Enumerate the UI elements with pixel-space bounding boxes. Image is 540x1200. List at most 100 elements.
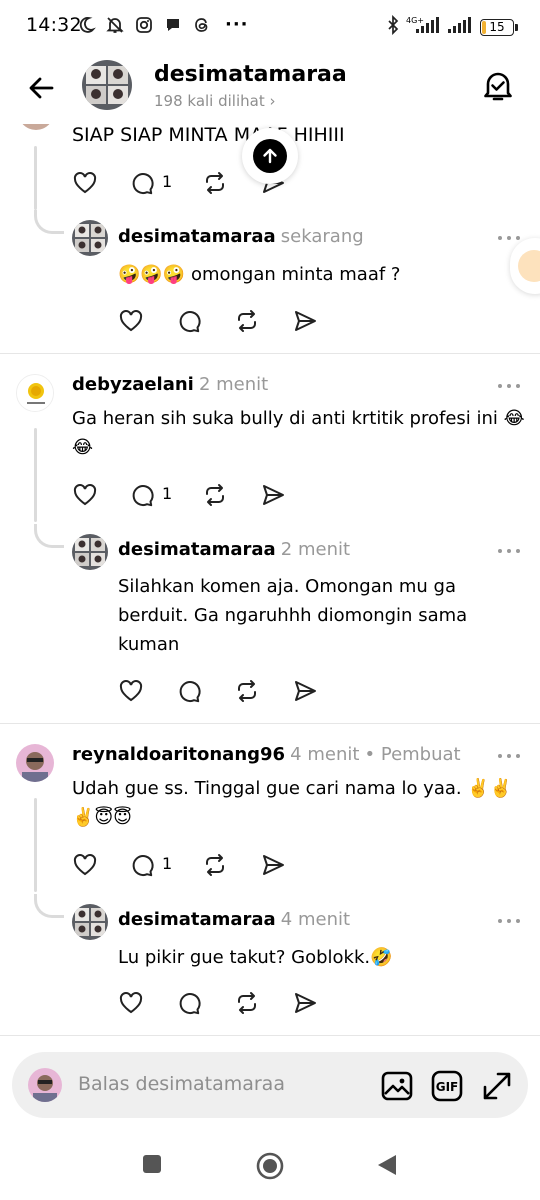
heart-icon — [73, 171, 97, 194]
scroll-to-top-button[interactable] — [242, 128, 298, 184]
reply-input[interactable]: Balas desimatamaraa — [78, 1073, 285, 1095]
thread-line — [34, 146, 37, 210]
reply-composer[interactable]: Balas desimatamaraa GIF — [12, 1052, 528, 1118]
send-icon — [263, 485, 284, 505]
system-nav-bar — [0, 1130, 540, 1200]
action-row — [118, 306, 328, 336]
like-button[interactable] — [118, 306, 148, 336]
share-button[interactable] — [260, 850, 290, 880]
header-avatar[interactable] — [82, 60, 132, 110]
avatar[interactable] — [72, 534, 108, 570]
my-avatar — [28, 1068, 62, 1102]
comment-text-line: Udah gue ss. Tinggal gue cari nama lo ya… — [72, 778, 513, 799]
battery-percent: 15 — [489, 19, 505, 34]
repost-button[interactable] — [234, 988, 264, 1018]
share-button[interactable] — [260, 480, 290, 510]
signal-icon — [447, 15, 473, 39]
send-icon — [295, 993, 316, 1013]
comment-username[interactable]: debyzaelani — [72, 374, 194, 395]
comment-icon — [132, 855, 154, 877]
comment-username[interactable]: reynaldoaritonang96 — [72, 744, 285, 765]
thread-connector — [34, 210, 64, 234]
comment-button[interactable] — [176, 988, 206, 1018]
gif-icon: GIF — [431, 1070, 463, 1102]
triangle-back-icon — [378, 1155, 396, 1175]
comment-icon — [179, 993, 201, 1015]
comment-text: Ga heran sih suka bully di anti krtitik … — [72, 404, 532, 462]
back-nav-button[interactable] — [376, 1153, 398, 1181]
comment-header: desimatamaraa 4 menit — [118, 909, 350, 930]
share-button[interactable] — [292, 676, 322, 706]
repost-icon — [206, 172, 224, 194]
repost-icon — [206, 484, 224, 506]
share-button[interactable] — [292, 988, 322, 1018]
like-button[interactable] — [118, 988, 148, 1018]
comment-button[interactable] — [129, 850, 159, 880]
more-dots-icon[interactable] — [496, 751, 522, 761]
avatar[interactable] — [18, 124, 54, 130]
repost-button[interactable] — [202, 480, 232, 510]
comment-username[interactable]: desimatamaraa — [118, 226, 276, 247]
comment-icon — [179, 311, 201, 333]
comment-button[interactable] — [129, 168, 159, 198]
comment-time: 2 menit — [198, 374, 269, 395]
thread-list[interactable]: SIAP SIAP MINTA MAAF HIHIII 1 desimatama… — [0, 124, 540, 1036]
comment-button[interactable] — [129, 480, 159, 510]
status-notification-icons: ··· — [76, 14, 249, 39]
comment-username[interactable]: desimatamaraa — [118, 909, 276, 930]
comment-time: 2 menit — [280, 539, 351, 560]
more-dots-icon[interactable] — [496, 381, 522, 391]
repost-button[interactable] — [234, 676, 264, 706]
thread-connector — [34, 524, 64, 548]
comment-text-line: berduit. Ga ngaruhhh diomongin sama — [118, 605, 468, 626]
repost-button[interactable] — [234, 306, 264, 336]
heart-icon — [119, 991, 143, 1014]
chat-bubble-icon — [163, 15, 183, 39]
repost-button[interactable] — [202, 850, 232, 880]
comment-time: 4 menit — [290, 744, 360, 765]
arrow-up-icon — [263, 148, 277, 164]
gif-button[interactable]: GIF — [430, 1069, 464, 1103]
comment-text: SIAP SIAP MINTA MAAF HIHIII — [72, 124, 345, 146]
avatar[interactable] — [72, 904, 108, 940]
back-button[interactable] — [22, 68, 62, 108]
recents-button[interactable] — [142, 1154, 162, 1178]
repost-icon — [206, 854, 224, 876]
creator-badge: • Pembuat — [364, 744, 461, 765]
chevron-right-icon: › — [269, 92, 276, 110]
back-arrow-icon — [29, 77, 54, 99]
comment-text-line: ✌️😇😇 — [72, 807, 132, 828]
avatar[interactable] — [16, 374, 54, 412]
svg-text:4G+: 4G+ — [406, 16, 424, 25]
comment-time: sekarang — [280, 226, 364, 247]
like-button[interactable] — [72, 168, 102, 198]
repost-button[interactable] — [202, 168, 232, 198]
avatar[interactable] — [16, 744, 54, 782]
comment-button[interactable] — [176, 676, 206, 706]
avatar[interactable] — [72, 220, 108, 256]
header-username[interactable]: desimatamaraa — [154, 62, 347, 87]
expand-button[interactable] — [480, 1069, 514, 1103]
heart-icon — [73, 483, 97, 506]
view-count[interactable]: 198 kali dilihat › — [154, 92, 276, 110]
floating-side-tab[interactable] — [510, 238, 540, 294]
like-button[interactable] — [118, 676, 148, 706]
home-button[interactable] — [256, 1152, 284, 1184]
more-dots-icon[interactable] — [496, 233, 522, 243]
comment-button[interactable] — [176, 306, 206, 336]
like-button[interactable] — [72, 850, 102, 880]
comment-time: 4 menit — [280, 909, 351, 930]
comment-header: desimatamaraa sekarang — [118, 226, 364, 247]
like-button[interactable] — [72, 480, 102, 510]
svg-text:GIF: GIF — [436, 1080, 459, 1094]
comment-username[interactable]: desimatamaraa — [118, 539, 276, 560]
view-count-text: 198 kali dilihat — [154, 92, 265, 110]
bell-check-icon — [484, 72, 512, 101]
more-dots-icon[interactable] — [496, 916, 522, 926]
image-button[interactable] — [380, 1069, 414, 1103]
reply-count: 1 — [162, 854, 173, 873]
share-button[interactable] — [292, 306, 322, 336]
comment-text-line: Silahkan komen aja. Omongan mu ga — [118, 576, 457, 597]
more-dots-icon[interactable] — [496, 546, 522, 556]
notify-button[interactable] — [478, 66, 518, 106]
